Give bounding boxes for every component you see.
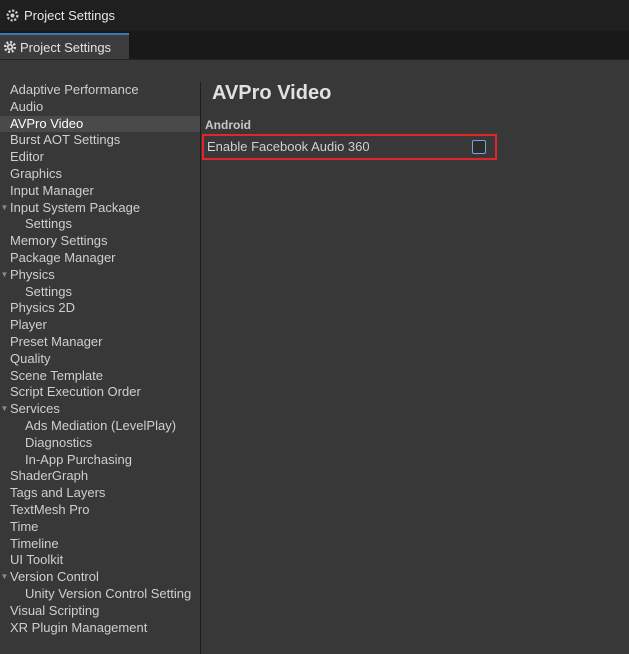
expand-arrow-icon[interactable]: ▼ (0, 200, 9, 217)
sidebar-item[interactable]: Diagnostics (0, 435, 200, 452)
setting-label: Enable Facebook Audio 360 (207, 139, 370, 154)
sidebar-item-label: Physics 2D (10, 300, 76, 316)
sidebar-item[interactable]: Adaptive Performance (0, 82, 200, 99)
sidebar-item[interactable]: Player (0, 317, 200, 334)
sidebar-item-label: Package Manager (10, 249, 116, 265)
sidebar-item-label: Scene Template (10, 367, 103, 383)
tab-project-settings[interactable]: Project Settings (0, 33, 129, 59)
unity-gear-icon (4, 8, 20, 24)
sidebar-item[interactable]: Input Manager (0, 183, 200, 200)
sidebar-item-label: Input System Package (10, 199, 141, 215)
sidebar-item[interactable]: Editor (0, 149, 200, 166)
sidebar-item-label: Services (10, 401, 60, 417)
sidebar-item-label: Settings (25, 216, 72, 232)
sidebar-item-label: Script Execution Order (10, 384, 141, 400)
sidebar-item-label: Burst AOT Settings (10, 132, 121, 148)
sidebar-item[interactable]: Quality (0, 351, 200, 368)
section-header-android: Android (205, 118, 251, 132)
window-title: Project Settings (24, 8, 116, 23)
sidebar-item[interactable]: Settings (0, 216, 200, 233)
sidebar-item-label: Adaptive Performance (10, 82, 139, 97)
sidebar-item-label: Quality (10, 350, 51, 366)
sidebar-item-label: AVPro Video (10, 115, 84, 131)
sidebar-item-label: Settings (25, 283, 72, 299)
sidebar-item[interactable]: AVPro Video (0, 115, 200, 133)
sidebar-item-label: Time (10, 518, 39, 534)
sidebar-item[interactable]: Physics 2D (0, 300, 200, 317)
sidebar-item[interactable]: Unity Version Control Setting (0, 586, 200, 603)
enable-facebook-audio-360-row: Enable Facebook Audio 360 (202, 134, 497, 160)
expand-arrow-icon[interactable]: ▼ (0, 401, 9, 418)
sidebar-item[interactable]: Settings (0, 284, 200, 301)
sidebar-item[interactable]: Package Manager (0, 250, 200, 267)
sidebar-item[interactable]: XR Plugin Management (0, 620, 200, 637)
sidebar-item-label: Version Control (10, 569, 99, 585)
sidebar-item[interactable]: Audio (0, 99, 200, 116)
gear-icon (3, 40, 17, 54)
page-title: AVPro Video (212, 82, 332, 104)
tab-label: Project Settings (20, 39, 112, 55)
sidebar-item-label: Preset Manager (10, 333, 103, 349)
sidebar-item-label: Visual Scripting (10, 602, 100, 618)
sidebar-item[interactable]: ▼ Services (0, 401, 200, 418)
sidebar-item-label: TextMesh Pro (10, 501, 90, 517)
expand-arrow-icon[interactable]: ▼ (0, 569, 9, 586)
sidebar-item[interactable]: Tags and Layers (0, 485, 200, 502)
sidebar-item-label: Player (10, 317, 47, 333)
sidebar-item[interactable]: ▼ Input System Package (0, 200, 200, 217)
sidebar-item-label: UI Toolkit (10, 552, 64, 568)
sidebar-item-label: Input Manager (10, 182, 94, 198)
settings-sidebar: Adaptive Performance Audio AVPro Video Burs… (0, 82, 201, 654)
sidebar-item[interactable]: Script Execution Order (0, 384, 200, 401)
sidebar-item-label: Memory Settings (10, 233, 108, 249)
sidebar-item[interactable]: Visual Scripting (0, 603, 200, 620)
tab-bar: Project Settings (0, 31, 629, 60)
sidebar-item-label: Ads Mediation (LevelPlay) (25, 417, 177, 433)
enable-facebook-audio-360-checkbox[interactable] (472, 140, 486, 154)
sidebar-item[interactable]: Scene Template (0, 368, 200, 385)
sidebar-item[interactable]: Timeline (0, 536, 200, 553)
sidebar-item[interactable]: Burst AOT Settings (0, 132, 200, 149)
sidebar-item-label: Graphics (10, 165, 63, 181)
sidebar-item[interactable]: UI Toolkit (0, 552, 200, 569)
sidebar-item-label: ShaderGraph (10, 468, 89, 484)
sidebar-item[interactable]: Time (0, 519, 200, 536)
window-titlebar: Project Settings (0, 0, 629, 31)
expand-arrow-icon[interactable]: ▼ (0, 267, 9, 284)
sidebar-item-label: Tags and Layers (10, 485, 106, 501)
sidebar-item[interactable]: Graphics (0, 166, 200, 183)
sidebar-item[interactable]: TextMesh Pro (0, 502, 200, 519)
sidebar-item[interactable]: ShaderGraph (0, 468, 200, 485)
sidebar-item[interactable]: ▼ Version Control (0, 569, 200, 586)
settings-panel: AVPro Video Android Enable Facebook Audi… (201, 82, 629, 654)
sidebar-item[interactable]: Preset Manager (0, 334, 200, 351)
sidebar-item[interactable]: In-App Purchasing (0, 452, 200, 469)
sidebar-item-label: Diagnostics (25, 434, 93, 450)
sidebar-item-label: XR Plugin Management (10, 619, 148, 635)
sidebar-item-label: In-App Purchasing (25, 451, 132, 467)
sidebar-item-label: Unity Version Control Setting (25, 585, 192, 601)
sidebar-item-label: Timeline (10, 535, 59, 551)
sidebar-item-label: Audio (10, 98, 44, 114)
sidebar-item-label: Physics (10, 266, 55, 282)
sidebar-item[interactable]: ▼ Physics (0, 267, 200, 284)
sidebar-item-label: Editor (10, 149, 44, 165)
sidebar-item[interactable]: Memory Settings (0, 233, 200, 250)
sidebar-item[interactable]: Ads Mediation (LevelPlay) (0, 418, 200, 435)
